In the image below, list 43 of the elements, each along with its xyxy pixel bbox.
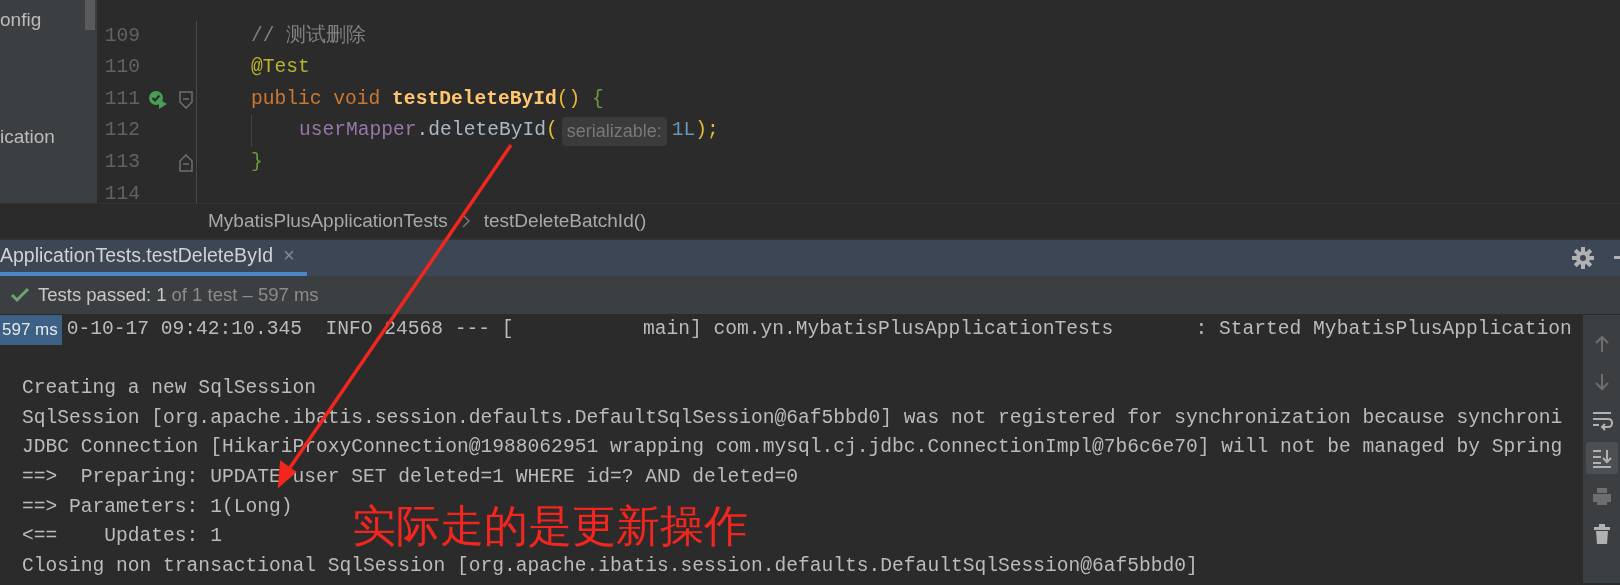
code-token: ( bbox=[545, 118, 558, 144]
code-token: { bbox=[591, 86, 604, 112]
fold-marker-icon[interactable] bbox=[179, 153, 193, 172]
line-number: 110 bbox=[103, 55, 140, 81]
code-token: () bbox=[556, 86, 581, 112]
code-token: userMapper bbox=[299, 118, 417, 144]
breadcrumb-item[interactable]: testDeleteBatchId() bbox=[483, 206, 647, 236]
console-line: <== Updates: 1 bbox=[22, 524, 222, 550]
fold-marker-icon[interactable] bbox=[179, 90, 193, 109]
line-number: 111 bbox=[103, 86, 140, 112]
code-token: public void bbox=[251, 86, 382, 112]
scroll-to-end-icon bbox=[1591, 447, 1613, 469]
project-tree-item[interactable]: onfig bbox=[0, 6, 42, 35]
code-token: testDeleteById bbox=[392, 86, 557, 112]
check-icon bbox=[10, 287, 30, 303]
console-line: Creating a new SqlSession bbox=[22, 376, 316, 402]
line-number: 113 bbox=[103, 150, 140, 176]
minimize-icon[interactable] bbox=[1614, 256, 1620, 260]
breadcrumb-item[interactable]: MybatisPlusApplicationTests bbox=[208, 206, 448, 236]
scroll-to-end-button[interactable] bbox=[1586, 442, 1618, 474]
console-line: 0-10-17 09:42:10.345 INFO 24568 --- [ main] com.yn.MybatisPlusApplicationTests : Started MybatisPlusApplication bbox=[66, 317, 1572, 343]
code-token: @Test bbox=[251, 55, 310, 81]
soft-wrap-icon bbox=[1591, 409, 1613, 431]
run-test-icon[interactable] bbox=[148, 89, 168, 110]
scrollbar-thumb[interactable] bbox=[85, 0, 95, 30]
chevron-icon bbox=[461, 214, 470, 228]
parameter-hint: serializable: bbox=[561, 116, 667, 146]
line-number: 109 bbox=[103, 23, 140, 49]
project-tree-item[interactable]: ication bbox=[0, 123, 55, 152]
duration-badge: 597 ms bbox=[0, 315, 62, 345]
annotation-text: 实际走的是更新操作 bbox=[352, 504, 748, 548]
trash-icon bbox=[1591, 523, 1613, 545]
console-line: ==> Parameters: 1(Long) bbox=[22, 494, 293, 520]
console-line: Closing non transactional SqlSession [org.apache.ibatis.session.defaults.DefaultSqlSession@6af5bbd0] bbox=[22, 553, 1198, 579]
printer-icon bbox=[1591, 485, 1613, 507]
code-token: .deleteById bbox=[416, 118, 546, 144]
code-token: } bbox=[251, 150, 263, 176]
test-status-text: Tests passed: 1 of 1 test – 597 ms bbox=[38, 283, 319, 308]
code-token: 1L bbox=[671, 118, 696, 144]
code-token: // 测试删除 bbox=[251, 23, 367, 49]
line-number: 112 bbox=[103, 118, 140, 144]
line-number: 114 bbox=[103, 181, 140, 203]
code-token: ); bbox=[695, 118, 719, 144]
